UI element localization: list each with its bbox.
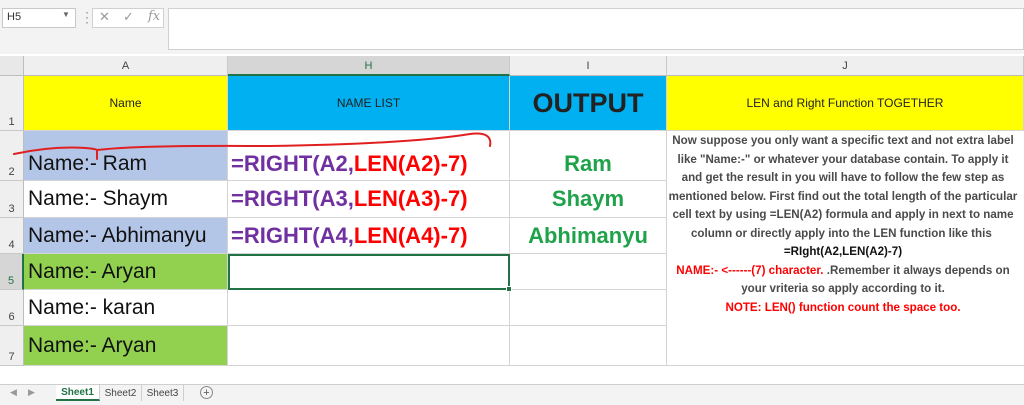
name-cell-a4[interactable]: Name:- Abhimanyu: [24, 218, 228, 254]
sheet-tab-3[interactable]: Sheet3: [142, 385, 184, 401]
header-name-text: Name: [109, 96, 142, 110]
row-header-7[interactable]: 7: [0, 326, 24, 366]
select-all-corner[interactable]: [0, 56, 24, 76]
description-body: Now suppose you only want a specific tex…: [668, 134, 1018, 240]
name-text: Name:- karan: [28, 295, 156, 319]
formula-len-part: LEN(A4)-7): [353, 222, 468, 248]
cell-i5[interactable]: [510, 254, 667, 290]
header-len-right-text: LEN and Right Function TOGETHER: [746, 96, 944, 110]
insert-function-icon[interactable]: fx: [148, 9, 160, 24]
row-header-4[interactable]: 4: [0, 218, 24, 254]
cell-i6[interactable]: [510, 290, 667, 326]
cell-h6[interactable]: [228, 290, 510, 326]
enter-icon[interactable]: ✓: [123, 9, 134, 25]
red-annotation-stroke: [13, 132, 492, 160]
formula-len-part: LEN(A3)-7): [353, 186, 468, 211]
formula-right-part: =RIGHT(A4,: [231, 222, 354, 248]
sheet-tab-label: Sheet3: [146, 387, 179, 399]
cell-i7[interactable]: [510, 326, 667, 366]
formula-cell-h3[interactable]: =RIGHT(A3, LEN(A3)-7): [228, 181, 510, 218]
output-cell-i2[interactable]: Ram: [510, 131, 667, 181]
fill-handle[interactable]: [506, 286, 512, 292]
selected-cell-h5[interactable]: [228, 254, 510, 290]
output-text: Shaym: [551, 186, 625, 211]
sheet-tab-label: Sheet2: [104, 387, 137, 399]
header-cell-len-right[interactable]: LEN and Right Function TOGETHER: [667, 76, 1024, 131]
row-header-5[interactable]: 5: [0, 254, 24, 290]
name-cell-a5[interactable]: Name:- Aryan: [24, 254, 228, 290]
name-text: Name:- Aryan: [28, 259, 157, 283]
column-header-a[interactable]: A: [24, 56, 228, 76]
sheet-tab-2[interactable]: Sheet2: [100, 385, 142, 401]
output-cell-i3[interactable]: Shaym: [510, 181, 667, 218]
column-header-i[interactable]: I: [510, 56, 667, 76]
name-text: Name:- Aryan: [28, 333, 157, 357]
output-cell-i4[interactable]: Abhimanyu: [510, 218, 667, 254]
row-header-6[interactable]: 6: [0, 290, 24, 326]
output-text: Abhimanyu: [528, 222, 648, 248]
output-text: Ram: [564, 151, 612, 176]
column-header-j[interactable]: J: [667, 56, 1024, 76]
header-name-list-text: NAME LIST: [336, 96, 401, 110]
description-name-note: NAME:- <------(7) character.: [676, 263, 824, 277]
name-cell-a6[interactable]: Name:- karan: [24, 290, 228, 326]
sheet-tab-1[interactable]: Sheet1: [56, 385, 100, 401]
column-header-h[interactable]: H: [228, 56, 510, 76]
description-note: NOTE: LEN() function count the space too…: [725, 300, 961, 314]
header-cell-output[interactable]: OUTPUT: [510, 76, 667, 131]
name-text: Name:- Abhimanyu: [28, 223, 207, 247]
name-box-dropdown-icon[interactable]: ▼: [62, 10, 70, 19]
name-text: Name:- Shaym: [28, 187, 169, 210]
description-formula: =RIght(A2,LEN(A2)-7): [783, 245, 903, 258]
formula-cell-h4[interactable]: =RIGHT(A4, LEN(A4)-7): [228, 218, 510, 254]
prev-sheet-icon[interactable]: ◀: [10, 387, 17, 398]
row-header-3[interactable]: 3: [0, 181, 24, 218]
description-text: Now suppose you only want a specific tex…: [667, 131, 1019, 366]
add-sheet-icon[interactable]: +: [200, 386, 213, 399]
name-cell-a7[interactable]: Name:- Aryan: [24, 326, 228, 366]
header-output-text: OUTPUT: [532, 87, 644, 118]
formula-right-part: =RIGHT(A3,: [231, 186, 354, 211]
cancel-icon[interactable]: ✕: [99, 9, 110, 25]
formula-input[interactable]: [168, 8, 1024, 50]
next-sheet-icon[interactable]: ▶: [28, 387, 35, 398]
cell-h7[interactable]: [228, 326, 510, 366]
sheet-tab-label: Sheet1: [61, 386, 94, 398]
name-cell-a3[interactable]: Name:- Shaym: [24, 181, 228, 218]
